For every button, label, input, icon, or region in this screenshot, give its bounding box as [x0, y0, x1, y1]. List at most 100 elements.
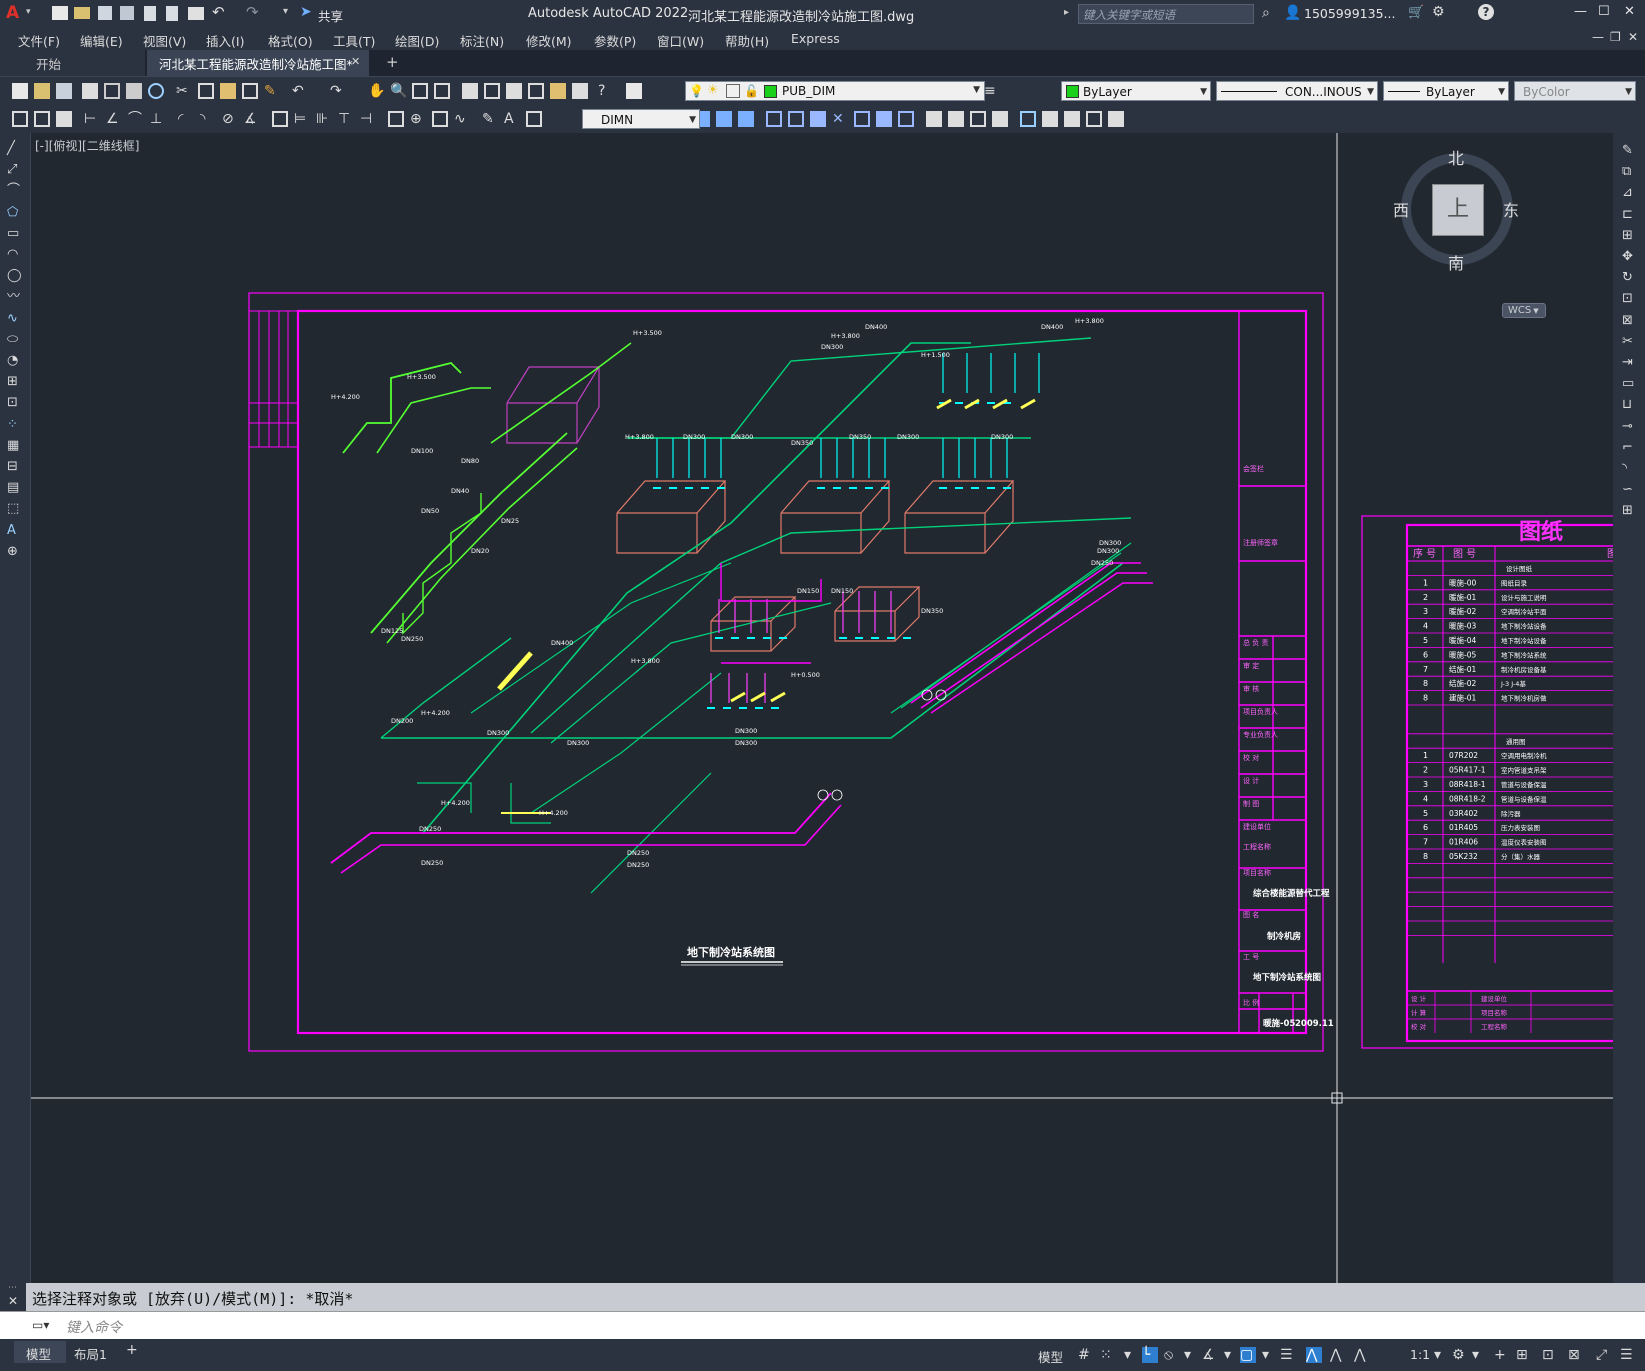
doc-close-button[interactable]: ✕ [1628, 30, 1638, 44]
annotation-scale[interactable]: 1:1 [1410, 1347, 1430, 1362]
ellipse-icon[interactable]: ⬭ [7, 332, 23, 348]
inspect-icon[interactable] [432, 111, 448, 127]
baseline-icon[interactable]: ⊨ [294, 111, 310, 127]
brush-icon[interactable]: ✎ [264, 83, 280, 99]
annotation-visibility-icon[interactable]: ⋀ [1306, 1347, 1322, 1363]
autocad-logo-icon[interactable]: A [6, 4, 24, 22]
save-as-icon[interactable] [120, 6, 134, 20]
tab-close-icon[interactable]: ✕ [351, 55, 360, 68]
chevron-down-icon[interactable]: ▾ [1184, 1347, 1200, 1363]
tab-active-drawing[interactable]: 河北某工程能源改造制冷站施工图* ✕ [147, 50, 369, 76]
table-icon[interactable]: ⬚ [7, 501, 23, 517]
command-input[interactable]: 键入命令 [66, 1317, 122, 1337]
break-icon[interactable]: ⊔ [1622, 397, 1638, 413]
undo-icon[interactable]: ↶ [292, 83, 308, 99]
insert-block-icon[interactable]: ⊞ [7, 374, 23, 390]
dim-linear-icon[interactable]: ⊢ [84, 111, 100, 127]
aligned-dim-icon[interactable] [34, 111, 50, 127]
zoom-realtime-icon[interactable]: 🔍 [390, 83, 407, 99]
trim-icon[interactable]: ✂ [1622, 334, 1638, 350]
cart-icon[interactable]: 🛒 [1408, 5, 1424, 20]
compass-south[interactable]: 南 [1448, 250, 1464, 274]
open-file-icon[interactable] [74, 7, 90, 19]
design-center-icon[interactable] [484, 83, 500, 99]
auto-scale-icon[interactable]: ⋀ [1330, 1347, 1346, 1363]
tab-start[interactable]: 开始 [0, 50, 145, 76]
overlay-icon[interactable] [876, 111, 892, 127]
snap-icon[interactable]: ⁙ [1100, 1347, 1116, 1363]
define-attr-icon[interactable] [1108, 111, 1124, 127]
mask-icon[interactable] [948, 111, 964, 127]
search-expand-icon[interactable]: ▸ [1064, 7, 1069, 18]
menu-view[interactable]: 视图(V) [143, 31, 186, 50]
angular-icon[interactable]: ∡ [244, 111, 260, 127]
new-tab-button[interactable]: + [386, 53, 399, 71]
close-command-icon[interactable]: ✕ [8, 1294, 18, 1308]
frame-icon[interactable] [898, 111, 914, 127]
block2-icon[interactable] [716, 111, 732, 127]
search-icon[interactable]: ⌕ [1262, 5, 1270, 21]
grid-icon[interactable]: # [1078, 1347, 1094, 1363]
chevron-down-icon[interactable]: ▾ [1124, 1347, 1140, 1363]
new-file-icon[interactable] [52, 6, 68, 20]
cut-icon[interactable]: ✂ [176, 83, 192, 99]
zoom-window-icon[interactable] [412, 83, 428, 99]
rectangle-icon[interactable]: ▭ [7, 226, 23, 242]
paste-icon[interactable] [220, 83, 236, 99]
linear-dim-icon[interactable] [12, 111, 28, 127]
arc-length-icon[interactable]: ⌒ [128, 111, 144, 127]
table-icon[interactable] [970, 111, 986, 127]
user-icon[interactable]: 👤 [1284, 5, 1301, 21]
undo-icon[interactable]: ↶ [212, 3, 225, 21]
region-icon[interactable]: ▤ [7, 480, 23, 496]
tab-model[interactable]: 模型 [14, 1341, 66, 1363]
radius-icon[interactable]: ◜ [178, 111, 194, 127]
close-button[interactable]: ✕ [1624, 4, 1635, 19]
add-layout-button[interactable]: + [126, 1342, 138, 1358]
compass-west[interactable]: 西 [1393, 197, 1409, 221]
menu-help[interactable]: 帮助(H) [725, 31, 769, 50]
menu-tools[interactable]: 工具(T) [333, 31, 375, 50]
doc-minimize-button[interactable]: — [1592, 30, 1604, 44]
calculator-icon[interactable] [572, 83, 588, 99]
grip-dots-icon[interactable]: ⋯ [8, 1283, 17, 1293]
linetype-dropdown[interactable]: CON...INOUS ▼ [1216, 81, 1378, 101]
command-prompt-icon[interactable]: ▭▾ [32, 1318, 49, 1332]
pan-icon[interactable]: ✋ [368, 83, 385, 99]
globe-icon[interactable] [148, 83, 164, 99]
redo-icon[interactable]: ↷ [246, 3, 259, 21]
menu-window[interactable]: 窗口(W) [657, 31, 704, 50]
continue-icon[interactable]: ⊪ [316, 111, 332, 127]
minimize-button[interactable]: — [1574, 4, 1587, 19]
lineweight-dropdown[interactable]: ByLayer ▼ [1383, 81, 1509, 101]
circle-icon[interactable]: ◯ [7, 268, 23, 284]
ordinate-icon[interactable]: ⊥ [150, 111, 166, 127]
arc-icon[interactable]: ◠ [7, 247, 23, 263]
center-mark-icon[interactable]: ⊕ [410, 111, 426, 127]
quick-dim-icon[interactable] [56, 111, 72, 127]
attach-icon[interactable] [766, 111, 782, 127]
model-space-button[interactable]: 模型 [1038, 1347, 1063, 1366]
lineweight-icon[interactable]: ☰ [1280, 1347, 1296, 1363]
menu-edit[interactable]: 编辑(E) [80, 31, 123, 50]
publish-icon[interactable] [126, 83, 142, 99]
annotation-monitor-icon[interactable]: + [1494, 1347, 1510, 1363]
match-prop-icon[interactable] [242, 83, 258, 99]
save-icon[interactable] [56, 83, 72, 99]
rotate-icon[interactable]: ↻ [1622, 270, 1638, 286]
wcs-menu[interactable]: WCS ▼ [1502, 303, 1546, 318]
help-icon[interactable]: ? [1478, 4, 1494, 20]
isolate-icon[interactable]: ⊠ [1568, 1347, 1584, 1363]
annotation-scale-icon[interactable]: ⋀ [1354, 1347, 1370, 1363]
osnap-icon[interactable]: ▢ [1240, 1347, 1256, 1363]
detach-icon[interactable]: ✕ [832, 111, 848, 127]
blend-icon[interactable]: ∽ [1622, 482, 1638, 498]
mtext-icon[interactable]: A [7, 523, 23, 539]
insert-block-icon[interactable] [1042, 111, 1058, 127]
revcloud-icon[interactable]: 〰 [7, 289, 23, 305]
diameter-icon[interactable]: ⊘ [222, 111, 238, 127]
stretch-icon[interactable]: ⊠ [1622, 313, 1638, 329]
drawing-canvas[interactable]: [-][俯视][二维线框] 会签栏 注册师签章 总 负 责 审 定 审 核 项目… [31, 133, 1613, 1283]
properties-icon[interactable] [462, 83, 478, 99]
customize-qat-icon[interactable]: ▾ [283, 6, 288, 17]
